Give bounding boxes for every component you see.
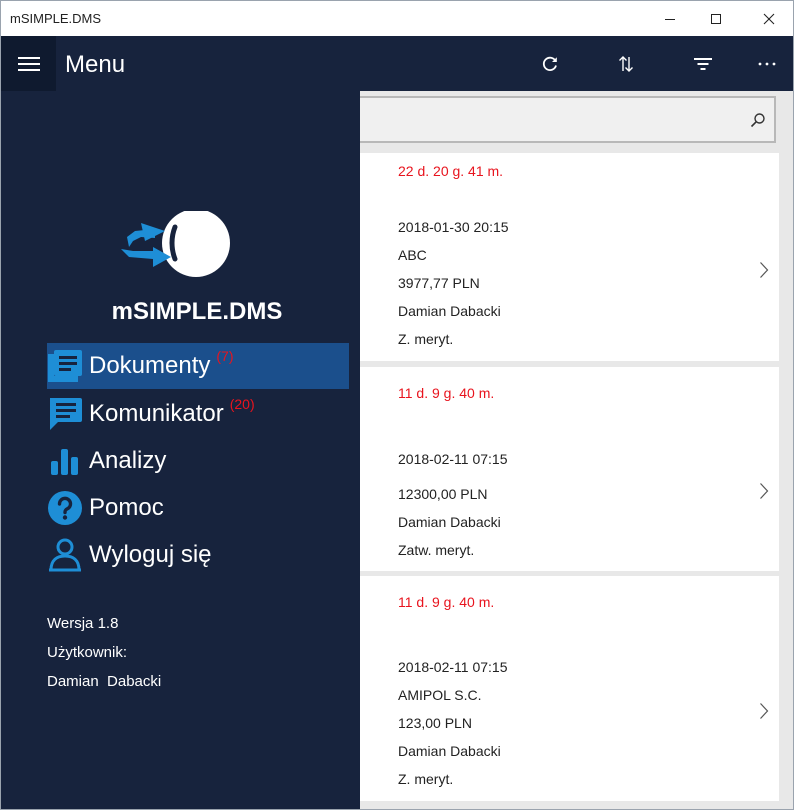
document-status: Z. meryt. xyxy=(398,771,454,787)
nav-item-analizy[interactable]: Analizy xyxy=(47,438,349,484)
maximize-button[interactable] xyxy=(693,1,739,36)
chat-icon xyxy=(47,396,83,432)
filter-icon xyxy=(694,57,712,70)
more-icon xyxy=(758,62,776,65)
document-date: 2018-01-30 20:15 xyxy=(398,219,509,235)
document-amount: 12300,00 PLN xyxy=(398,486,488,502)
search-icon[interactable] xyxy=(750,112,766,128)
nav-item-label: Dokumenty xyxy=(89,352,211,379)
version-text: Wersja 1.8 xyxy=(47,615,119,632)
user-name: Damian Dabacki xyxy=(47,673,162,690)
nav-item-count: (20) xyxy=(229,396,255,412)
refresh-button[interactable] xyxy=(526,36,574,91)
nav-item-label: Analizy xyxy=(89,447,167,474)
brand-name: mSIMPLE.DMS xyxy=(111,298,283,325)
document-list-pane: 22 d. 20 g. 41 m. 2018-01-30 20:15 ABC 3… xyxy=(360,91,793,809)
user-label: Użytkownik: xyxy=(47,644,128,661)
sort-button[interactable] xyxy=(602,36,650,91)
nav-item-label: Komunikator xyxy=(89,400,224,427)
chevron-right-icon xyxy=(760,703,769,719)
nav-item-wyloguj[interactable]: Wyloguj się xyxy=(47,532,349,578)
chevron-right-icon xyxy=(760,483,769,499)
document-status: Zatw. meryt. xyxy=(398,542,475,558)
nav-item-pomoc[interactable]: Pomoc xyxy=(47,485,349,531)
refresh-icon xyxy=(542,56,557,71)
document-status: Z. meryt. xyxy=(398,331,454,347)
window-title: mSIMPLE.DMS xyxy=(10,11,102,26)
minimize-icon xyxy=(665,18,675,20)
deadline-text: 11 d. 9 g. 40 m. xyxy=(398,385,495,401)
navigation-pane: mSIMPLE.DMS Dokumenty (7) Komunikator (2… xyxy=(1,91,360,809)
nav-item-label: Wyloguj się xyxy=(89,541,212,568)
document-list-icon xyxy=(47,348,83,384)
app-logo xyxy=(121,211,230,277)
nav-item-komunikator[interactable]: Komunikator (20) xyxy=(47,391,349,437)
document-contractor: ABC xyxy=(398,247,427,263)
help-icon xyxy=(47,490,83,526)
deadline-text: 22 d. 20 g. 41 m. xyxy=(398,163,504,179)
nav-item-label: Pomoc xyxy=(89,494,164,521)
document-amount: 123,00 PLN xyxy=(398,715,472,731)
deadline-text: 11 d. 9 g. 40 m. xyxy=(398,594,495,610)
title-bar: mSIMPLE.DMS xyxy=(1,1,793,36)
nav-item-dokumenty[interactable]: Dokumenty (7) xyxy=(47,343,349,389)
filter-button[interactable] xyxy=(679,36,727,91)
document-amount: 3977,77 PLN xyxy=(398,275,480,291)
document-card[interactable]: 11 d. 9 g. 40 m. 2018-02-11 07:15 12300,… xyxy=(360,367,779,571)
document-person: Damian Dabacki xyxy=(398,514,501,530)
chevron-right-icon xyxy=(760,262,769,278)
scrollbar[interactable] xyxy=(781,153,793,809)
more-options-button[interactable] xyxy=(743,36,791,91)
close-icon xyxy=(763,13,775,24)
close-button[interactable] xyxy=(746,1,792,36)
search-box xyxy=(360,96,776,143)
bar-chart-icon xyxy=(47,443,83,479)
search-input[interactable] xyxy=(370,106,740,132)
maximize-icon xyxy=(711,13,721,24)
sort-icon xyxy=(619,55,633,72)
hamburger-button[interactable] xyxy=(1,36,56,91)
document-person: Damian Dabacki xyxy=(398,303,501,319)
hamburger-icon xyxy=(17,56,40,71)
document-person: Damian Dabacki xyxy=(398,743,501,759)
menu-title: Menu xyxy=(65,51,126,78)
document-card[interactable]: 11 d. 9 g. 40 m. 2018-02-11 07:15 AMIPOL… xyxy=(360,576,779,801)
app-window: mSIMPLE.DMS Menu 22 d. 20 g. 41 m. 2018-… xyxy=(0,0,794,810)
document-contractor: AMIPOL S.C. xyxy=(398,687,482,703)
user-logout-icon xyxy=(47,537,83,573)
document-date: 2018-02-11 07:15 xyxy=(398,659,508,675)
minimize-button[interactable] xyxy=(647,1,693,36)
app-header: Menu xyxy=(1,36,793,91)
document-card[interactable]: 22 d. 20 g. 41 m. 2018-01-30 20:15 ABC 3… xyxy=(360,153,779,361)
document-date: 2018-02-11 07:15 xyxy=(398,451,508,467)
nav-item-count: (7) xyxy=(216,348,234,364)
